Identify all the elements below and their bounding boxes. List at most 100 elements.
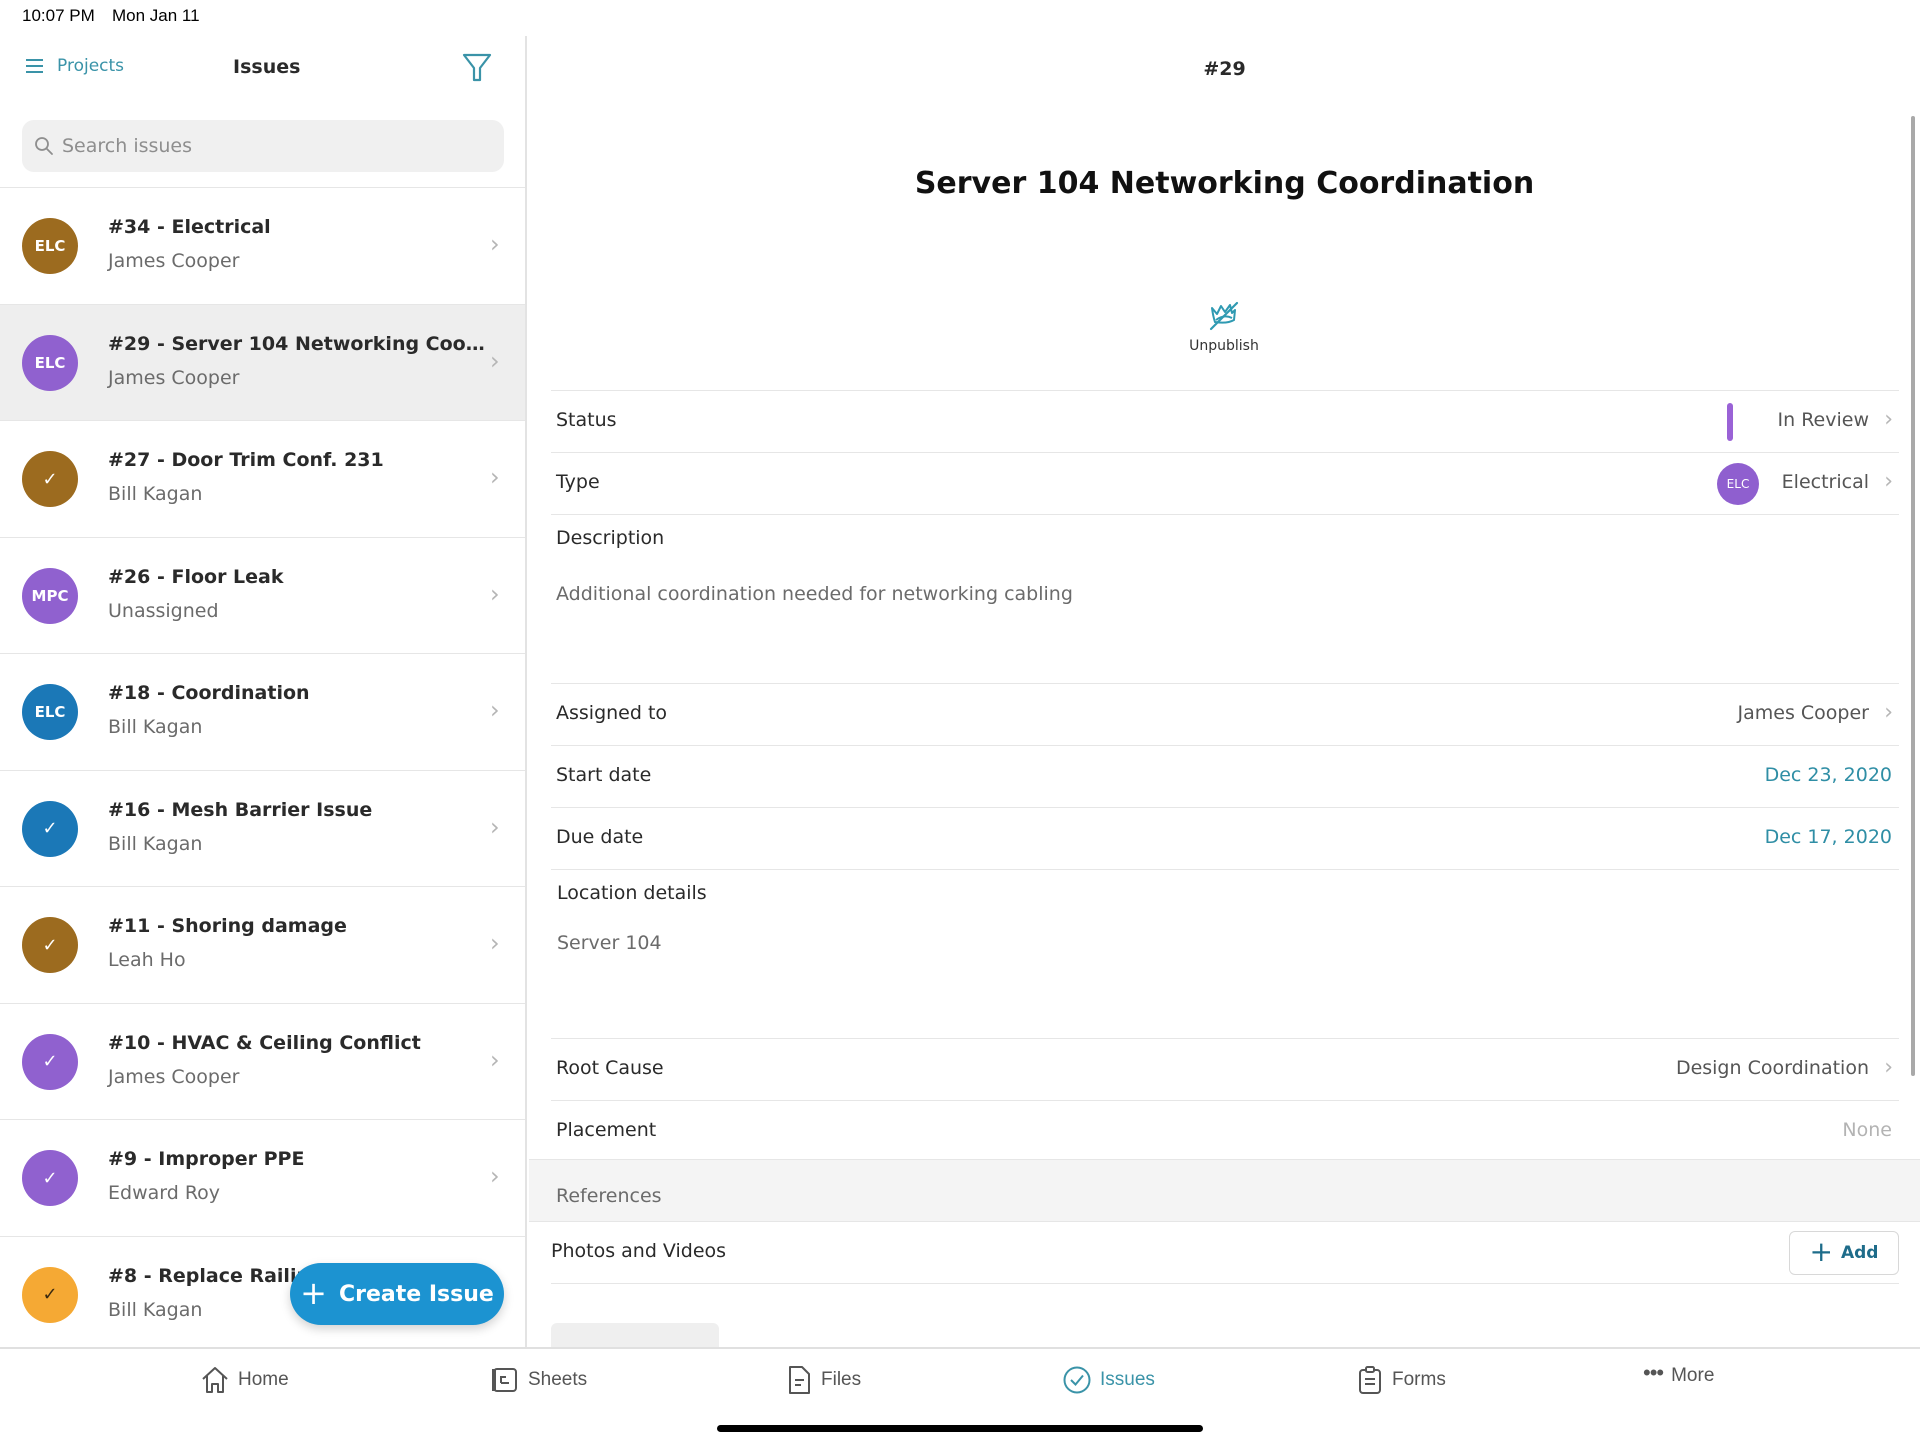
tab-forms[interactable]: Forms [1356,1365,1446,1395]
tab-home[interactable]: Home [200,1365,289,1395]
chevron-right-icon: › [1884,700,1893,725]
issue-list: ELC #34 - Electrical James Cooper › ELC #29 -… [0,187,525,1347]
tab-bar: Home Sheets Files Issues Forms ••• More [0,1347,1920,1439]
unpublish-icon [1209,301,1239,331]
assigned-to-value: James Cooper [1737,702,1869,724]
create-issue-label: Create Issue [338,1281,494,1307]
issue-title: #11 - Shoring damage [108,915,347,937]
status-bar: 10:07 PM Mon Jan 11 100% [0,0,1920,1316]
chevron-right-icon: › [490,1162,500,1190]
chevron-right-icon: › [490,579,500,608]
issue-list-item[interactable]: ✓ #27 - Door Trim Conf. 231 Bill Kagan › [0,421,525,538]
file-icon [789,1366,810,1394]
issue-title: #34 - Electrical [108,216,271,238]
tab-home-label: Home [238,1369,289,1390]
issue-list-item[interactable]: ELC #34 - Electrical James Cooper › [0,188,525,305]
placement-value: None [1842,1119,1892,1141]
plus-icon: + [300,1273,327,1312]
search-icon [35,137,53,155]
chevron-right-icon: › [490,696,500,724]
issues-sidebar: Projects Issues ELC #34 - Electrical James… [0,36,527,1347]
issue-list-item[interactable]: ELC #29 - Server 104 Networking Coordina.… [0,304,525,421]
issue-title: #10 - HVAC & Ceiling Conflict [108,1031,421,1054]
scrollbar[interactable] [1911,116,1915,1076]
sidebar-header: Projects Issues [0,36,525,106]
more-icon: ••• [1643,1360,1664,1385]
issue-type-badge: ELC [22,684,78,740]
root-cause-field[interactable]: Root Cause Design Coordination › [551,1038,1899,1100]
projects-label: Projects [57,56,125,76]
issue-list-item[interactable]: ✓ #9 - Improper PPE Edward Roy › [0,1120,525,1237]
photos-videos-label: Photos and Videos [551,1240,727,1262]
chevron-right-icon: › [490,812,500,841]
assigned-to-field[interactable]: Assigned to James Cooper › [551,683,1899,745]
status-field[interactable]: Status In Review › [551,390,1899,452]
issue-assignee: Bill Kagan [108,716,203,738]
location-value: Server 104 [557,932,662,954]
description-field[interactable]: Description Additional coordination need… [551,514,1899,683]
type-badge: ELC [1717,463,1759,505]
status-time: 10:07 PM [22,6,95,25]
start-date-value: Dec 23, 2020 [1764,764,1892,786]
references-section-header: References [529,1159,1920,1222]
sheets-icon [492,1368,517,1392]
tab-files[interactable]: Files [785,1365,861,1395]
chevron-right-icon: › [490,230,500,258]
unpublish-button[interactable]: Unpublish [1169,300,1279,354]
due-date-value: Dec 17, 2020 [1764,826,1892,848]
issue-closed-badge: ✓ [22,1266,78,1323]
tab-sheets[interactable]: Sheets [490,1365,587,1395]
issue-closed-badge: ✓ [22,1033,78,1090]
plus-icon: + [1809,1234,1833,1268]
root-cause-value: Design Coordination [1675,1057,1869,1079]
tab-more[interactable]: ••• More [1643,1360,1714,1387]
chevron-right-icon: › [1884,469,1893,494]
issue-detail: #29 Server 104 Networking Coordination U… [529,36,1920,1347]
issue-type-badge: ELC [22,218,78,274]
unpublish-label: Unpublish [1189,338,1259,354]
status-label: Status [556,409,617,431]
start-date-label: Start date [556,764,652,786]
type-field[interactable]: Type ELC Electrical › [551,452,1899,514]
chevron-right-icon: › [490,346,500,375]
issue-type-badge: ELC [22,334,78,391]
tab-files-label: Files [821,1369,862,1390]
filter-icon[interactable] [460,50,494,84]
issue-title: #27 - Door Trim Conf. 231 [108,449,384,471]
issue-type-badge: MPC [22,567,78,624]
create-issue-button[interactable]: + Create Issue [290,1263,504,1325]
list-icon [26,59,43,73]
tab-issues-label: Issues [1100,1369,1155,1390]
root-cause-label: Root Cause [556,1057,664,1079]
issue-fields: Status In Review › Type ELC Electrical ›… [551,390,1899,1162]
photos-videos-row: Photos and Videos + Add [551,1222,1899,1284]
issue-list-item[interactable]: ✓ #16 - Mesh Barrier Issue Bill Kagan › [0,771,525,887]
add-photo-button[interactable]: + Add [1789,1231,1899,1275]
search-input[interactable] [62,135,482,157]
photo-placeholder [551,1323,719,1347]
status-color-indicator [1727,403,1733,441]
due-date-field[interactable]: Due date Dec 17, 2020 [551,807,1899,869]
issue-assignee: Bill Kagan [108,483,203,505]
chevron-right-icon: › [490,463,500,491]
issue-number: #29 [1203,58,1246,80]
tab-issues[interactable]: Issues [1062,1365,1155,1395]
type-value: Electrical [1781,471,1869,493]
description-value: Additional coordination needed for netwo… [556,583,1073,605]
issue-list-item[interactable]: MPC #26 - Floor Leak Unassigned › [0,538,525,654]
placement-field[interactable]: Placement None [551,1100,1899,1162]
location-label: Location details [557,882,707,904]
chevron-right-icon: › [490,1045,500,1074]
issue-list-item[interactable]: ELC #18 - Coordination Bill Kagan › [0,654,525,771]
projects-button[interactable]: Projects [26,56,124,76]
issue-list-item[interactable]: ✓ #11 - Shoring damage Leah Ho › [0,887,525,1004]
start-date-field[interactable]: Start date Dec 23, 2020 [551,745,1899,807]
issue-assignee: Bill Kagan [108,832,203,855]
location-field[interactable]: Location details Server 104 [551,869,1899,1038]
search-field[interactable] [22,120,504,172]
issue-list-item[interactable]: ✓ #10 - HVAC & Ceiling Conflict James Coop… [0,1004,525,1120]
issue-assignee: Unassigned [108,599,219,622]
status-value: In Review [1777,409,1869,431]
issue-assignee: James Cooper [108,1065,240,1088]
home-icon [202,1367,228,1393]
